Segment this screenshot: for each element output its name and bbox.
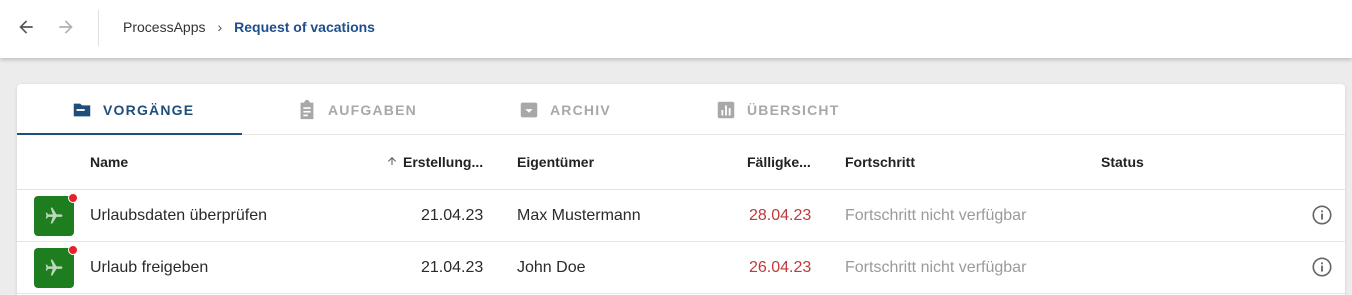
column-header-name[interactable]: Name	[90, 154, 128, 170]
table-row[interactable]: Urlaubsdaten überprüfen 21.04.23 Max Mus…	[17, 190, 1345, 242]
clipboard-icon	[296, 99, 318, 121]
task-table: Name Erstellung... Eigentümer Fälligke..…	[17, 136, 1345, 294]
tab-label: VORGÄNGE	[103, 101, 195, 118]
column-header-created-label: Erstellung...	[403, 154, 484, 170]
row-due: 28.04.23	[749, 207, 812, 224]
row-owner: John Doe	[517, 259, 586, 276]
row-progress: Fortschritt nicht verfügbar	[845, 207, 1027, 224]
table-header: Name Erstellung... Eigentümer Fälligke..…	[17, 136, 1345, 190]
chart-icon	[715, 99, 737, 121]
column-header-due[interactable]: Fälligke...	[747, 154, 811, 170]
folder-icon	[71, 99, 93, 121]
back-button[interactable]	[13, 14, 39, 40]
column-header-owner[interactable]: Eigentümer	[517, 154, 594, 170]
archive-icon	[518, 99, 540, 121]
row-avatar	[34, 248, 74, 288]
sort-arrow-up-icon	[386, 154, 398, 170]
breadcrumb-current: Request of vacations	[234, 19, 375, 35]
row-due: 26.04.23	[749, 259, 812, 276]
tab-label: AUFGABEN	[328, 101, 417, 118]
nav-divider	[98, 10, 99, 46]
row-created: 21.04.23	[421, 207, 484, 224]
unread-badge	[68, 245, 78, 255]
info-icon	[1312, 257, 1332, 277]
table-row[interactable]: Urlaub freigeben 21.04.23 John Doe 26.04…	[17, 242, 1345, 294]
tab-aufgaben[interactable]: AUFGABEN	[296, 84, 417, 135]
column-header-status[interactable]: Status	[1101, 154, 1144, 170]
top-bar: ProcessApps › Request of vacations	[0, 0, 1352, 58]
tab-archiv[interactable]: ARCHIV	[518, 84, 611, 135]
column-header-progress[interactable]: Fortschritt	[845, 154, 915, 170]
breadcrumb-separator: ›	[217, 19, 223, 35]
info-button[interactable]	[1311, 204, 1333, 226]
tab-label: ÜBERSICHT	[747, 101, 840, 118]
content-card: VORGÄNGE AUFGABEN ARCHIV ÜBERSICHT Name	[17, 84, 1345, 295]
active-tab-indicator	[17, 133, 242, 135]
tab-label: ARCHIV	[550, 101, 611, 118]
tab-bar: VORGÄNGE AUFGABEN ARCHIV ÜBERSICHT	[17, 84, 1345, 135]
row-created: 21.04.23	[421, 259, 484, 276]
info-icon	[1312, 205, 1332, 225]
info-button[interactable]	[1311, 256, 1333, 278]
row-name: Urlaubsdaten überprüfen	[90, 207, 268, 224]
row-owner: Max Mustermann	[517, 207, 641, 224]
row-avatar	[34, 196, 74, 236]
arrow-left-icon	[19, 20, 33, 34]
column-header-created[interactable]: Erstellung...	[386, 154, 483, 170]
breadcrumb: ProcessApps › Request of vacations	[123, 19, 375, 35]
row-name: Urlaub freigeben	[90, 259, 209, 276]
arrow-right-icon	[59, 20, 73, 34]
breadcrumb-root[interactable]: ProcessApps	[123, 19, 205, 35]
tab-vorgaenge[interactable]: VORGÄNGE	[71, 84, 194, 135]
airplane-icon	[45, 259, 63, 276]
airplane-icon	[45, 207, 63, 224]
forward-button[interactable]	[53, 14, 79, 40]
row-progress: Fortschritt nicht verfügbar	[845, 259, 1027, 276]
unread-badge	[68, 193, 78, 203]
tab-uebersicht[interactable]: ÜBERSICHT	[715, 84, 839, 135]
